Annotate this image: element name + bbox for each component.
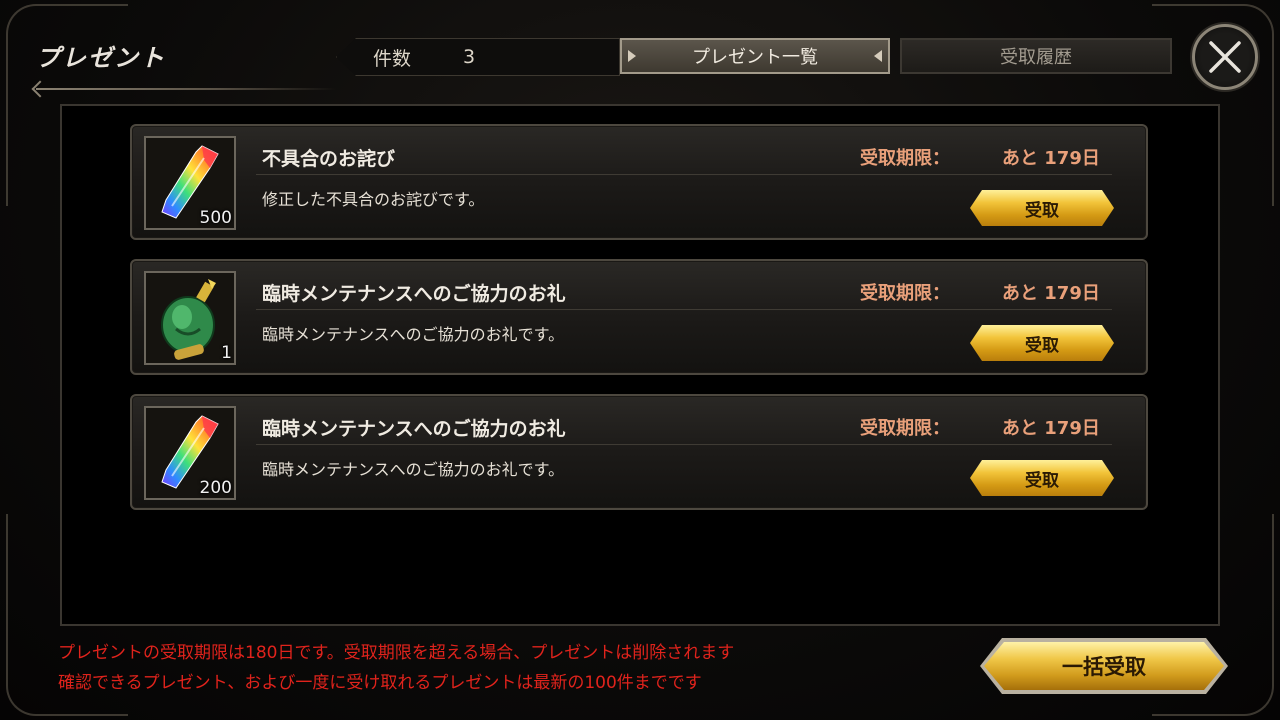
count-value: 3 [463, 46, 476, 68]
close-icon [1209, 41, 1241, 73]
title-divider [36, 88, 336, 90]
item-quantity: 500 [199, 208, 232, 228]
item-icon-frame: 500 [144, 136, 236, 230]
item-description: 修正した不具合のお詫びです。 [262, 190, 485, 209]
receive-button[interactable]: 受取 [970, 460, 1114, 496]
green-potion-icon [161, 279, 216, 360]
item-title: 不具合のお詫び [262, 148, 396, 170]
present-item: 200 臨時メンテナンスへのご協力のお礼 臨時メンテナンスへのご協力のお礼です。… [130, 394, 1148, 510]
receive-limit-value: あと 179日 [1002, 283, 1100, 304]
count-label: 件数 [373, 47, 412, 70]
item-description: 臨時メンテナンスへのご協力のお礼です。 [262, 460, 565, 479]
item-icon-frame: 1 [144, 271, 236, 365]
present-count-box: 件数 3 [336, 38, 620, 76]
item-title: 臨時メンテナンスへのご協力のお礼 [262, 418, 566, 440]
tab-receive-history[interactable]: 受取履歴 [900, 38, 1172, 74]
close-button[interactable] [1192, 24, 1258, 90]
item-title: 臨時メンテナンスへのご協力のお礼 [262, 283, 566, 305]
item-description: 臨時メンテナンスへのご協力のお礼です。 [262, 325, 565, 344]
item-quantity: 1 [221, 343, 232, 363]
receive-button[interactable]: 受取 [970, 190, 1114, 226]
notice-text-line-1: プレゼントの受取期限は180日です。受取期限を超える場合、プレゼントは削除されま… [58, 643, 735, 663]
item-quantity: 200 [199, 478, 232, 498]
bulk-receive-button[interactable]: 一括受取 [984, 642, 1224, 690]
tab-present-list[interactable]: プレゼント一覧 [620, 38, 890, 74]
item-divider [256, 444, 1112, 445]
present-item: 500 不具合のお詫び 修正した不具合のお詫びです。 受取期限： あと 179日… [130, 124, 1148, 240]
receive-limit-value: あと 179日 [1002, 418, 1100, 439]
receive-limit-label: 受取期限： [860, 283, 950, 304]
item-divider [256, 309, 1112, 310]
present-item: 1 臨時メンテナンスへのご協力のお礼 臨時メンテナンスへのご協力のお礼です。 受… [130, 259, 1148, 375]
page-title: プレゼント [36, 44, 166, 72]
receive-limit-value: あと 179日 [1002, 148, 1100, 169]
notice-text-line-2: 確認できるプレゼント、および一度に受け取れるプレゼントは最新の100件までです [58, 673, 702, 693]
receive-limit-label: 受取期限： [860, 418, 950, 439]
receive-limit-label: 受取期限： [860, 148, 950, 169]
item-divider [256, 174, 1112, 175]
item-icon-frame: 200 [144, 406, 236, 500]
receive-button[interactable]: 受取 [970, 325, 1114, 361]
